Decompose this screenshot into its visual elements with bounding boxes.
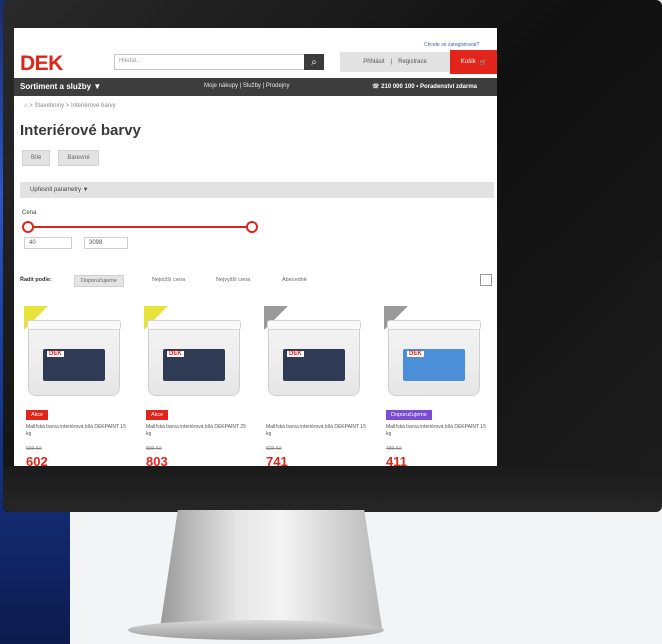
main-navbar: Sortiment a služby ▼ Moje nákupy | Služb… [14, 78, 497, 96]
product-card[interactable]: DEK Akce Malířská barva interiérová bílá… [138, 306, 248, 466]
product-old-price: 899 Kč [146, 446, 162, 452]
browser-screen: Chcete se zaregistrovat? DEK Hledat... ⌕… [14, 40, 497, 466]
product-name[interactable]: Malířská barva interiérová bílá DEKPAINT… [146, 424, 246, 438]
sort-label: Řadit podle: [20, 277, 52, 283]
product-image[interactable]: DEK [387, 320, 481, 396]
account-box: Přihlásit | Registrace [340, 52, 450, 72]
product-old-price: 699 Kč [26, 446, 42, 452]
sort-highest-price[interactable]: Nejvyšší cena [216, 277, 250, 283]
product-card[interactable]: DEK Malířská barva interiérová bílá DEKP… [258, 306, 368, 466]
bucket-brand: DEK [47, 351, 64, 357]
category-chips: Bílé Barevné [22, 150, 99, 166]
login-link[interactable]: Přihlásit [363, 59, 384, 65]
product-name[interactable]: Malířská barva interiérová bílá DEKPAINT… [386, 424, 486, 438]
site-header: Chcete se zaregistrovat? DEK Hledat... ⌕… [14, 40, 497, 78]
sort-bar: Řadit podle: Doporučujeme Nejnižší cena … [20, 274, 496, 288]
price-min-input[interactable]: 40 [24, 237, 72, 249]
product-price: 411 [386, 454, 407, 466]
product-image[interactable]: DEK [267, 320, 361, 396]
cart-icon: 🛒 [479, 59, 488, 66]
cart-label: Košík [460, 59, 476, 65]
search-icon: ⌕ [311, 56, 317, 68]
monitor-base [128, 620, 384, 640]
product-price: 803 [146, 454, 168, 466]
breadcrumb[interactable]: ⌂ > Stavebniny > Interiérové barvy [24, 103, 116, 109]
register-button[interactable]: Registrace [398, 59, 427, 65]
bucket-brand: DEK [407, 351, 424, 357]
product-tag: Akce [146, 410, 169, 420]
bucket-lid [387, 320, 481, 330]
bucket-lid [27, 320, 121, 330]
price-slider-max-handle[interactable] [246, 221, 258, 233]
product-old-price: 829 Kč [266, 446, 282, 452]
bucket-lid [267, 320, 361, 330]
product-name[interactable]: Malířská barva interiérová bílá DEKPAINT… [266, 424, 366, 438]
product-card[interactable]: DEK Akce Malířská barva interiérová bílá… [18, 306, 128, 466]
assortment-menu[interactable]: Sortiment a služby ▼ [20, 82, 101, 91]
search-placeholder: Hledat... [119, 58, 142, 64]
product-image[interactable]: DEK [27, 320, 121, 396]
product-price: 741 [266, 454, 288, 466]
price-max-input[interactable]: 3098 [84, 237, 128, 249]
chip-white[interactable]: Bílé [22, 150, 51, 166]
search-button[interactable]: ⌕ [304, 54, 324, 70]
price-filter-label: Cena [22, 210, 37, 216]
nav-links[interactable]: Moje nákupy | Služby | Prodejny [204, 83, 290, 89]
sort-lowest-price[interactable]: Nejnižší cena [152, 277, 185, 283]
product-tag: Akce [26, 410, 49, 420]
cart-button[interactable]: Košík 🛒 [450, 50, 497, 74]
product-name[interactable]: Malířská barva interiérová bílá DEKPAINT… [26, 424, 126, 438]
register-link[interactable]: Chcete se zaregistrovat? [424, 42, 479, 48]
monitor-bezel [3, 466, 662, 512]
price-slider-min-handle[interactable] [22, 221, 34, 233]
filter-params-toggle[interactable]: Upřesnit parametry ▼ [20, 182, 494, 198]
bucket-brand: DEK [287, 351, 304, 357]
product-old-price: 489 Kč [386, 446, 402, 452]
price-slider-track[interactable] [28, 226, 254, 228]
product-price: 602 [26, 454, 48, 466]
product-image[interactable]: DEK [147, 320, 241, 396]
page-title: Interiérové barvy [20, 122, 141, 139]
product-card[interactable]: DEK Doporučujeme Malířská barva interiér… [378, 306, 488, 466]
bucket-brand: DEK [167, 351, 184, 357]
product-tag: Doporučujeme [386, 410, 432, 420]
monitor-stand [160, 510, 382, 628]
grid-view-icon[interactable] [480, 274, 492, 286]
screen-top-strip [14, 28, 497, 40]
bucket-lid [147, 320, 241, 330]
search-input[interactable]: Hledat... [114, 54, 324, 70]
contact-phone: ☏ 210 000 100 • Poradenství zdarma [372, 84, 477, 90]
site-logo[interactable]: DEK [20, 52, 63, 76]
sort-recommended[interactable]: Doporučujeme [74, 275, 124, 287]
divider: | [390, 59, 393, 65]
sort-alphabetical[interactable]: Abecedně [282, 277, 307, 283]
chip-colored[interactable]: Barevné [58, 150, 99, 166]
